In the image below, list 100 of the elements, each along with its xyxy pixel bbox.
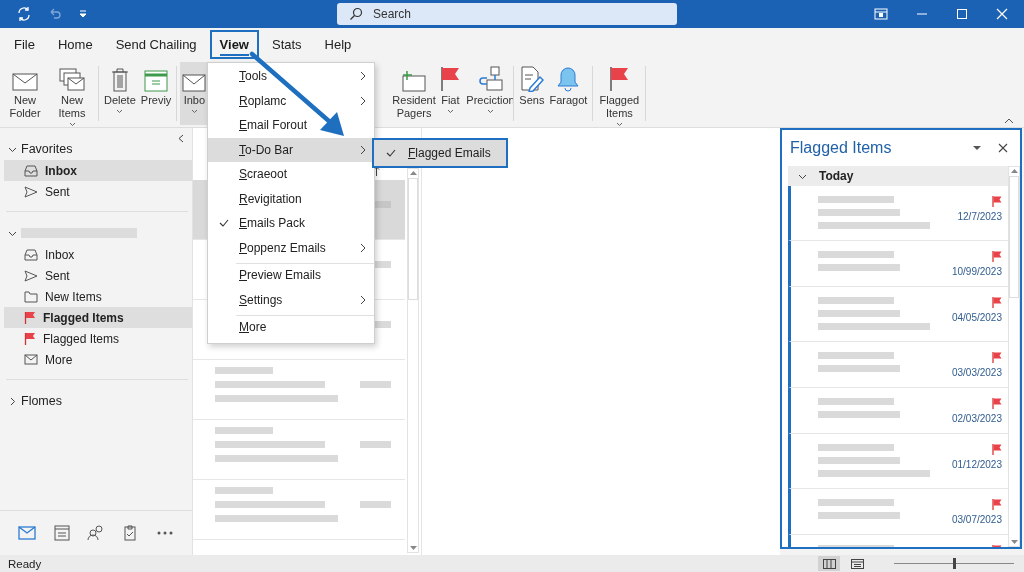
menu-item[interactable]: Poppenz Emails xyxy=(208,235,374,260)
flagged-item[interactable]: 10/99/2023 xyxy=(788,241,1008,287)
chevron-down-icon xyxy=(487,109,494,115)
folder-item[interactable]: New Items xyxy=(4,286,192,307)
scroll-down-icon[interactable] xyxy=(409,546,417,550)
chevron-down-icon xyxy=(615,122,623,128)
menu-item[interactable]: Tools xyxy=(208,64,374,89)
people-icon[interactable] xyxy=(86,525,105,541)
flag-icon xyxy=(608,66,631,92)
chevron-right-icon xyxy=(360,71,366,82)
scroll-down-icon[interactable] xyxy=(1010,540,1018,544)
flagged-item[interactable]: 03/07/2023 xyxy=(788,489,1008,535)
ribbon-button[interactable]: Fiat xyxy=(437,62,464,125)
menu-tab[interactable]: Help xyxy=(314,29,362,59)
window-layout-icon[interactable] xyxy=(874,8,888,20)
flagged-item[interactable]: 04/05/2023 xyxy=(788,287,1008,342)
section-label[interactable]: Flomes xyxy=(21,394,62,408)
mail-icon[interactable] xyxy=(18,525,37,541)
chevron-down-icon xyxy=(68,122,76,128)
menu-item[interactable]: Revigitation xyxy=(208,186,374,211)
menu-item[interactable]: Settings xyxy=(208,287,374,312)
menu-item[interactable]: Roplamc xyxy=(208,88,374,113)
flag-icon[interactable] xyxy=(992,499,1002,510)
maximize-icon[interactable] xyxy=(956,8,968,20)
folder-icon xyxy=(24,290,38,303)
customize-icon[interactable] xyxy=(78,8,88,20)
ribbon-button[interactable]: New Items xyxy=(49,62,95,125)
flagged-item[interactable]: 02/03/2023 xyxy=(788,388,1008,434)
ribbon-button[interactable]: Sens xyxy=(517,62,547,125)
menu-tab[interactable]: Stats xyxy=(262,29,312,59)
shapes-icon xyxy=(477,66,504,92)
folder-item[interactable]: Inbox xyxy=(4,244,192,265)
flag-icon[interactable] xyxy=(992,297,1002,308)
flag-icon[interactable] xyxy=(992,444,1002,455)
ribbon-button[interactable]: Resident Pagers xyxy=(390,62,437,125)
inbox-icon xyxy=(24,248,38,261)
check-icon xyxy=(386,149,396,157)
due-date: 03/07/2023 xyxy=(951,514,1002,525)
folder-item[interactable]: More xyxy=(4,349,192,370)
undo-icon[interactable] xyxy=(48,7,62,21)
menu-tab[interactable]: Send Chailing xyxy=(105,29,207,59)
ribbon-button[interactable]: Flagged Items xyxy=(596,62,643,125)
ribbon-button[interactable]: Preciction xyxy=(464,62,511,125)
ribbon-button[interactable]: Inbo xyxy=(180,62,209,125)
scroll-up-icon[interactable] xyxy=(409,171,417,175)
folder-item[interactable]: Sent xyxy=(4,181,192,202)
flagged-item[interactable]: 03/03/2023 xyxy=(788,342,1008,388)
pane-title: Flagged Items xyxy=(790,139,893,157)
flag-icon[interactable] xyxy=(992,196,1002,207)
ribbon-button[interactable]: Delete xyxy=(102,62,138,125)
status-text: Ready xyxy=(8,557,42,570)
calendar-icon[interactable] xyxy=(52,525,71,541)
scrollbar[interactable] xyxy=(407,168,419,553)
menu-tab[interactable]: Home xyxy=(47,29,103,59)
folder-item[interactable]: Inbox xyxy=(4,160,192,181)
trash-icon xyxy=(109,68,130,92)
stacked-envelopes-icon xyxy=(59,68,85,92)
document-pen-icon xyxy=(519,66,544,92)
folder-item[interactable]: Sent xyxy=(4,265,192,286)
search-icon xyxy=(349,7,363,21)
scrollbar[interactable] xyxy=(1008,166,1020,547)
flag-icon xyxy=(24,332,36,345)
folder-item[interactable]: Flagged Items xyxy=(4,328,192,349)
menu-tab[interactable]: View xyxy=(209,29,259,59)
sync-icon[interactable] xyxy=(16,6,32,22)
menu-item[interactable]: Email Forout xyxy=(208,113,374,138)
collapse-pane-icon[interactable] xyxy=(178,134,184,143)
group-header[interactable]: Today xyxy=(788,166,1008,186)
flag-icon[interactable] xyxy=(992,352,1002,363)
folder-item[interactable]: Flagged Items xyxy=(4,307,192,328)
ribbon-button[interactable]: Previy xyxy=(138,62,174,125)
chevron-right-icon[interactable] xyxy=(8,396,17,406)
menu-item[interactable]: Flagged Emails xyxy=(374,140,506,166)
menu-item[interactable]: Emails Pack xyxy=(208,211,374,236)
due-date: 10/99/2023 xyxy=(951,266,1002,277)
chevron-down-icon xyxy=(116,109,124,115)
flag-icon[interactable] xyxy=(992,251,1002,262)
section-label[interactable]: Favorites xyxy=(21,142,73,156)
chevron-down-icon[interactable] xyxy=(972,145,982,151)
send-icon xyxy=(24,269,38,282)
send-icon xyxy=(24,185,38,198)
search-field[interactable]: Search xyxy=(337,3,677,25)
due-date: 01/12/2023 xyxy=(951,459,1002,470)
zoom-slider[interactable] xyxy=(894,556,1014,571)
menu-item[interactable]: To-Do Bar xyxy=(208,137,374,162)
flagged-item[interactable]: 12/7/2023 xyxy=(788,186,1008,241)
folder-plus-icon xyxy=(401,70,428,92)
close-icon[interactable] xyxy=(998,143,1008,153)
group-label: Today xyxy=(819,169,854,183)
scroll-up-icon[interactable] xyxy=(1010,169,1018,173)
collapse-ribbon-icon[interactable] xyxy=(1004,118,1014,124)
inbox-icon xyxy=(24,164,38,177)
normal-view-icon[interactable] xyxy=(818,556,840,571)
menu-tab[interactable]: File xyxy=(4,29,45,59)
flag-icon[interactable] xyxy=(992,398,1002,409)
ribbon-button[interactable]: Faragot xyxy=(547,62,590,125)
menu-item[interactable]: Scraeoot xyxy=(208,162,374,187)
ribbon-button[interactable]: New Folder xyxy=(2,62,48,125)
chevron-right-icon xyxy=(360,294,366,305)
flagged-item[interactable]: 01/12/2023 xyxy=(788,434,1008,489)
